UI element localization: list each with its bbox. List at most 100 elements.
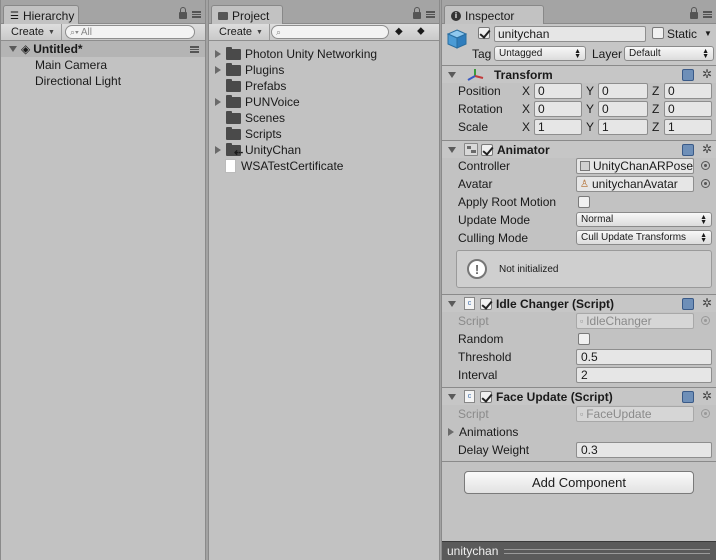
root-motion-checkbox[interactable] xyxy=(578,196,590,208)
position-z-field[interactable]: 0 xyxy=(664,83,712,99)
tag-dropdown[interactable]: Untagged ▲ ▼ xyxy=(494,46,586,61)
tab-project[interactable]: Project xyxy=(211,5,283,24)
face-update-header[interactable]: c Face Update (Script) ✲ xyxy=(442,387,716,405)
expand-arrow-icon[interactable] xyxy=(448,428,454,436)
rotation-y-field[interactable]: 0 xyxy=(598,101,648,117)
scene-menu-icon[interactable] xyxy=(190,46,199,53)
foldout-arrow-icon[interactable] xyxy=(448,146,456,153)
filter-by-label-icon[interactable]: ⬥ xyxy=(417,25,425,38)
help-icon[interactable] xyxy=(682,298,694,310)
delay-weight-value: 0.3 xyxy=(581,443,598,457)
foldout-arrow-icon[interactable] xyxy=(448,300,456,307)
avatar-field[interactable]: ♙ unitychanAvatar xyxy=(576,176,694,192)
scale-y-field[interactable]: 1 xyxy=(598,119,648,135)
hierarchy-search-input[interactable]: ⌕▾ All xyxy=(65,25,195,39)
project-create-button[interactable]: Create ▼ xyxy=(213,24,270,40)
add-component-button[interactable]: Add Component xyxy=(464,471,694,494)
project-item[interactable]: Prefabs xyxy=(215,78,286,94)
random-row: Random xyxy=(458,330,712,348)
face-update-enabled-checkbox[interactable] xyxy=(480,390,492,403)
lock-icon[interactable] xyxy=(413,7,421,19)
project-item[interactable]: UnityChan xyxy=(215,142,301,158)
delay-weight-field[interactable]: 0.3 xyxy=(576,442,712,458)
foldout-arrow-icon[interactable] xyxy=(448,393,456,400)
static-checkbox[interactable] xyxy=(652,27,664,39)
axis-x-label: X xyxy=(522,120,531,134)
project-item[interactable]: Photon Unity Networking xyxy=(215,46,377,62)
filter-by-type-icon[interactable]: ◆ xyxy=(395,26,403,37)
random-checkbox[interactable] xyxy=(578,333,590,345)
foldout-arrow-icon[interactable] xyxy=(448,71,456,78)
animator-header[interactable]: Animator ✲ xyxy=(442,140,716,158)
interval-value: 2 xyxy=(581,368,588,382)
animator-title: Animator xyxy=(497,142,550,157)
project-item[interactable]: PUNVoice xyxy=(215,94,300,110)
idle-changer-enabled-checkbox[interactable] xyxy=(480,297,492,310)
rotation-z-field[interactable]: 0 xyxy=(664,101,712,117)
rotation-x-field[interactable]: 0 xyxy=(534,101,582,117)
expand-arrow-icon[interactable] xyxy=(215,98,221,106)
help-icon[interactable] xyxy=(682,144,694,156)
threshold-field[interactable]: 0.5 xyxy=(576,349,712,365)
transform-header[interactable]: Transform ✲ xyxy=(442,65,716,83)
help-icon[interactable] xyxy=(682,391,694,403)
preview-bar[interactable]: unitychan xyxy=(442,541,716,560)
animations-row[interactable]: Animations xyxy=(448,423,712,441)
expand-arrow-icon[interactable] xyxy=(215,50,221,58)
expand-arrow-icon[interactable] xyxy=(215,66,221,74)
hierarchy-item[interactable]: Main Camera xyxy=(35,57,107,73)
interval-field[interactable]: 2 xyxy=(576,367,712,383)
expand-arrow-icon[interactable] xyxy=(9,46,17,52)
object-name-field[interactable]: unitychan xyxy=(494,26,646,42)
project-item-label: WSATestCertificate xyxy=(241,159,344,173)
help-icon[interactable] xyxy=(682,69,694,81)
hierarchy-item-label: Main Camera xyxy=(35,58,108,72)
gear-icon[interactable]: ✲ xyxy=(702,68,712,81)
file-icon xyxy=(225,159,236,173)
lock-icon[interactable] xyxy=(690,7,698,19)
idle-changer-header[interactable]: c Idle Changer (Script) ✲ xyxy=(442,294,716,312)
inspector-panel: i Inspector unitychan Static ▼ Tag Untag… xyxy=(441,0,716,560)
gear-icon[interactable]: ✲ xyxy=(702,390,712,403)
update-mode-dropdown[interactable]: Normal ▲ ▼ xyxy=(576,212,712,227)
project-search-input[interactable]: ⌕ xyxy=(271,25,389,39)
tab-menu-icon[interactable] xyxy=(192,10,201,18)
scale-z-field[interactable]: 1 xyxy=(664,119,712,135)
axis-z-label: Z xyxy=(652,120,660,134)
scale-row: Scale X 1 Y 1 Z 1 xyxy=(458,118,712,136)
active-checkbox[interactable] xyxy=(478,27,490,39)
object-picker-icon[interactable] xyxy=(701,161,710,170)
static-dropdown-icon[interactable]: ▼ xyxy=(704,29,712,38)
idle-script-row: Script ▫ IdleChanger xyxy=(458,312,712,330)
scene-row[interactable]: ◈ Untitled* xyxy=(1,41,205,57)
layer-dropdown[interactable]: Default ▲ ▼ xyxy=(624,46,714,61)
gear-icon[interactable]: ✲ xyxy=(702,143,712,156)
animations-label: Animations xyxy=(459,425,519,439)
avatar-row: Avatar ♙ unitychanAvatar xyxy=(458,175,712,193)
project-item[interactable]: Plugins xyxy=(215,62,284,78)
object-picker-icon[interactable] xyxy=(701,179,710,188)
tab-inspector[interactable]: i Inspector xyxy=(444,5,544,24)
hierarchy-item[interactable]: Directional Light xyxy=(35,73,121,89)
drag-handle[interactable] xyxy=(504,548,710,554)
culling-mode-value: Cull Update Transforms xyxy=(581,232,687,243)
position-x-field[interactable]: 0 xyxy=(534,83,582,99)
lock-icon[interactable] xyxy=(179,7,187,19)
scale-x-field[interactable]: 1 xyxy=(534,119,582,135)
hierarchy-create-button[interactable]: Create ▼ xyxy=(5,24,62,40)
tab-menu-icon[interactable] xyxy=(426,10,435,18)
search-icon: ⌕ xyxy=(276,26,282,37)
transform-icon xyxy=(466,68,484,82)
controller-field[interactable]: UnityChanARPose xyxy=(576,158,694,174)
tab-menu-icon[interactable] xyxy=(703,10,712,18)
culling-mode-dropdown[interactable]: Cull Update Transforms ▲ ▼ xyxy=(576,230,712,245)
gear-icon[interactable]: ✲ xyxy=(702,297,712,310)
position-y-field[interactable]: 0 xyxy=(598,83,648,99)
project-item[interactable]: WSATestCertificate xyxy=(223,158,343,174)
animator-enabled-checkbox[interactable] xyxy=(481,143,493,156)
folder-icon xyxy=(226,78,241,92)
project-item[interactable]: Scenes xyxy=(215,110,285,126)
project-item[interactable]: Scripts xyxy=(215,126,282,142)
expand-arrow-icon[interactable] xyxy=(215,146,221,154)
tab-hierarchy[interactable]: ☰ Hierarchy xyxy=(3,5,79,24)
